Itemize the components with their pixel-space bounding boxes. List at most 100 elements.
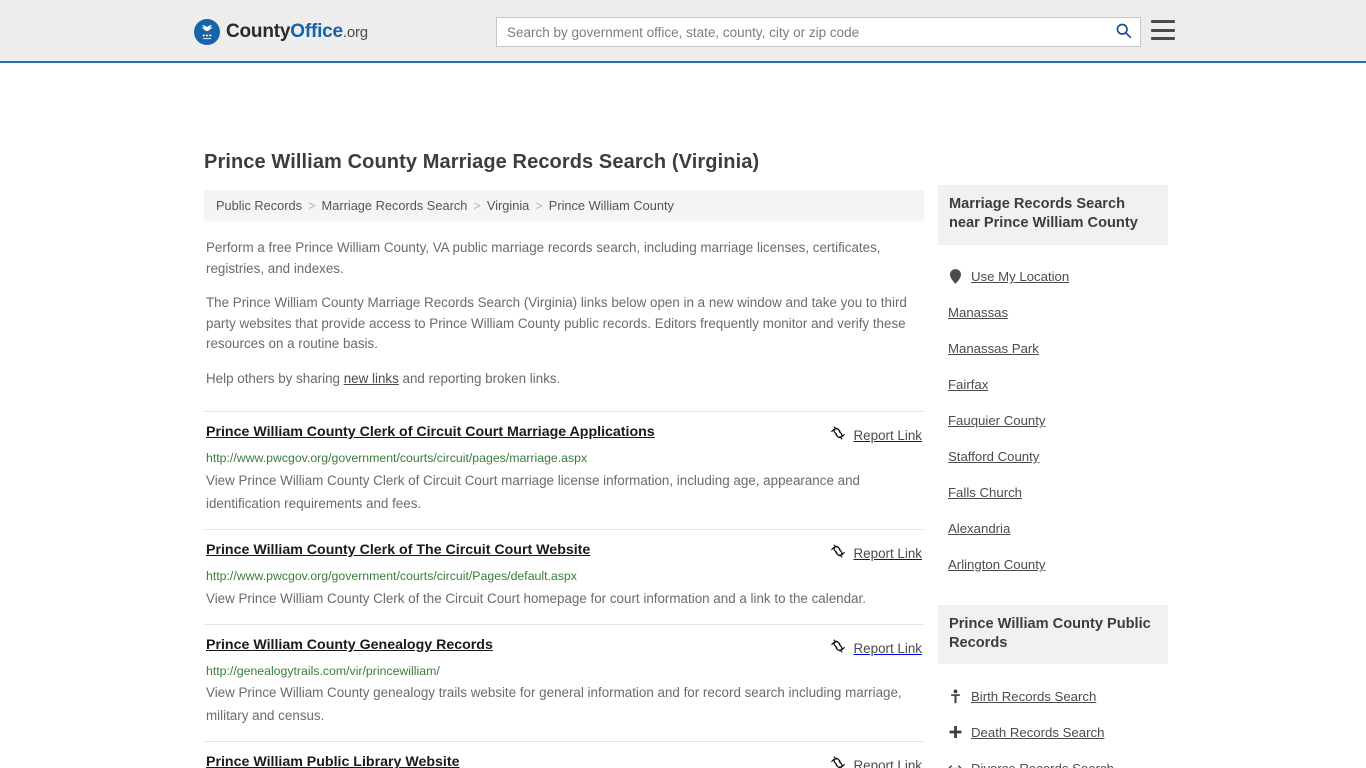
sidebar-item-falls-church[interactable]: Falls Church xyxy=(938,475,1168,511)
report-link-label: Report Link xyxy=(853,640,922,656)
sidebar: Marriage Records Search near Prince Will… xyxy=(938,185,1168,768)
breadcrumb-separator: > xyxy=(535,198,543,213)
result-title-link[interactable]: Prince William County Clerk of Circuit C… xyxy=(206,424,655,441)
sidebar-item-alexandria[interactable]: Alexandria xyxy=(938,511,1168,547)
hamburger-bar-2 xyxy=(1151,28,1175,32)
sidebar-item-arlington-county[interactable]: Arlington County xyxy=(938,547,1168,583)
report-link-button[interactable]: Report Link xyxy=(830,754,922,768)
sidebar-public-records-heading: Prince William County Public Records xyxy=(938,604,1168,664)
broken-link-icon xyxy=(830,543,846,564)
sidebar-link-label[interactable]: Stafford County xyxy=(948,449,1039,464)
broken-link-icon xyxy=(830,638,846,659)
result-title-link[interactable]: Prince William County Genealogy Records xyxy=(206,637,493,654)
report-link-label: Report Link xyxy=(853,758,922,768)
sidebar-link-label[interactable]: Divorce Records Search xyxy=(971,761,1114,768)
sidebar-item-manassas-park[interactable]: Manassas Park xyxy=(938,331,1168,367)
new-links-link[interactable]: new links xyxy=(344,371,399,386)
search-button[interactable] xyxy=(1106,18,1140,46)
sidebar-item-stafford-county[interactable]: Stafford County xyxy=(938,439,1168,475)
result-url: http://genealogytrails.com/vir/princewil… xyxy=(206,663,440,678)
broken-link-icon xyxy=(830,755,846,768)
sidebar-item-fauquier-county[interactable]: Fauquier County xyxy=(938,403,1168,439)
list-item: Arlington County xyxy=(938,547,1168,583)
report-link-button[interactable]: Report Link xyxy=(830,542,922,564)
list-item: Death Records Search xyxy=(938,714,1168,750)
site-logo[interactable]: CountyOffice.org xyxy=(194,19,368,45)
sidebar-public-records-list: Birth Records Search Death Records Searc… xyxy=(938,678,1168,768)
sidebar-nearby-list: Use My Location Manassas Manassas Park F… xyxy=(938,259,1168,583)
intro-paragraph-1: Perform a free Prince William County, VA… xyxy=(206,240,881,276)
sidebar-link-label[interactable]: Fairfax xyxy=(948,377,988,392)
breadcrumb-item-prince-william-county[interactable]: Prince William County xyxy=(549,198,674,213)
sidebar-link-label[interactable]: Birth Records Search xyxy=(971,689,1096,704)
sidebar-link-label[interactable]: Manassas Park xyxy=(948,341,1039,356)
list-item: Birth Records Search xyxy=(938,678,1168,714)
logo-text-tld: .org xyxy=(342,24,368,41)
sidebar-link-label[interactable]: Manassas xyxy=(948,305,1008,320)
intro-paragraph-3: Help others by sharing new links and rep… xyxy=(206,369,922,390)
result-item: Prince William County Genealogy Records … xyxy=(204,623,924,742)
sidebar-item-manassas[interactable]: Manassas xyxy=(938,295,1168,331)
report-link-label: Report Link xyxy=(853,545,922,561)
sidebar-item-use-my-location[interactable]: Use My Location xyxy=(938,259,1168,295)
list-item: Use My Location xyxy=(938,259,1168,295)
sidebar-link-label[interactable]: Death Records Search xyxy=(971,725,1104,740)
sidebar-item-birth-records-search[interactable]: Birth Records Search xyxy=(938,678,1168,714)
eagle-seal-icon xyxy=(194,19,220,45)
sidebar-nearby-heading: Marriage Records Search near Prince Will… xyxy=(938,185,1168,245)
intro-section: Perform a free Prince William County, VA… xyxy=(204,238,924,389)
sidebar-item-divorce-records-search[interactable]: Divorce Records Search xyxy=(938,750,1168,768)
search-icon xyxy=(1115,22,1132,42)
result-item: Prince William County Clerk of Circuit C… xyxy=(204,411,924,529)
breadcrumb-item-public-records[interactable]: Public Records xyxy=(216,198,302,213)
list-item: Divorce Records Search xyxy=(938,750,1168,768)
sidebar-link-label[interactable]: Arlington County xyxy=(948,557,1046,572)
breadcrumb-separator: > xyxy=(308,198,316,213)
sidebar-link-label[interactable]: Fauquier County xyxy=(948,413,1046,428)
broken-link-icon xyxy=(830,425,846,446)
result-title-link[interactable]: Prince William Public Library Website xyxy=(206,754,459,768)
result-header: Prince William Public Library Website Re… xyxy=(206,754,922,768)
list-item: Alexandria xyxy=(938,511,1168,547)
search-input[interactable] xyxy=(497,18,1106,46)
logo-text-county: County xyxy=(226,21,291,42)
result-url: http://www.pwcgov.org/government/courts/… xyxy=(206,451,588,465)
results-list: Prince William County Clerk of Circuit C… xyxy=(204,411,924,768)
breadcrumb-item-marriage-records-search[interactable]: Marriage Records Search xyxy=(322,198,468,213)
result-header: Prince William County Genealogy Records … xyxy=(206,637,922,659)
site-header: CountyOffice.org xyxy=(0,0,1366,63)
report-link-label: Report Link xyxy=(853,428,922,443)
list-item: Falls Church xyxy=(938,475,1168,511)
report-link-button[interactable]: Report Link xyxy=(830,424,922,446)
sidebar-item-fairfax[interactable]: Fairfax xyxy=(938,367,1168,403)
sidebar-item-death-records-search[interactable]: Death Records Search xyxy=(938,714,1168,750)
list-item: Stafford County xyxy=(938,439,1168,475)
intro-paragraph-2: The Prince William County Marriage Recor… xyxy=(206,295,907,351)
result-url: http://www.pwcgov.org/government/courts/… xyxy=(206,568,577,583)
sidebar-link-label[interactable]: Alexandria xyxy=(948,521,1010,536)
logo-text-office: Office xyxy=(290,21,343,42)
breadcrumb-item-virginia[interactable]: Virginia xyxy=(487,198,529,213)
report-link-button[interactable]: Report Link xyxy=(830,637,922,659)
hamburger-bar-3 xyxy=(1151,37,1175,40)
sidebar-link-label[interactable]: Use My Location xyxy=(971,269,1069,284)
hamburger-menu-icon[interactable] xyxy=(1151,20,1175,40)
list-item: Fauquier County xyxy=(938,403,1168,439)
breadcrumb: Public Records > Marriage Records Search… xyxy=(204,190,924,221)
result-header: Prince William County Clerk of Circuit C… xyxy=(206,424,922,446)
sidebar-link-label[interactable]: Falls Church xyxy=(948,485,1022,500)
search-bar[interactable] xyxy=(496,17,1141,47)
main-content: Public Records > Marriage Records Search… xyxy=(204,190,924,768)
logo-wordmark: CountyOffice.org xyxy=(226,21,368,43)
map-pin-icon xyxy=(948,269,962,284)
intro-text-after-link: and reporting broken links. xyxy=(398,370,561,386)
result-item: Prince William Public Library Website Re… xyxy=(204,741,924,768)
result-header: Prince William County Clerk of The Circu… xyxy=(206,542,922,564)
result-description: View Prince William County Clerk of Circ… xyxy=(206,472,860,511)
result-title-link[interactable]: Prince William County Clerk of The Circu… xyxy=(206,542,590,559)
result-description: View Prince William County genealogy tra… xyxy=(206,685,902,724)
list-item: Manassas Park xyxy=(938,331,1168,367)
